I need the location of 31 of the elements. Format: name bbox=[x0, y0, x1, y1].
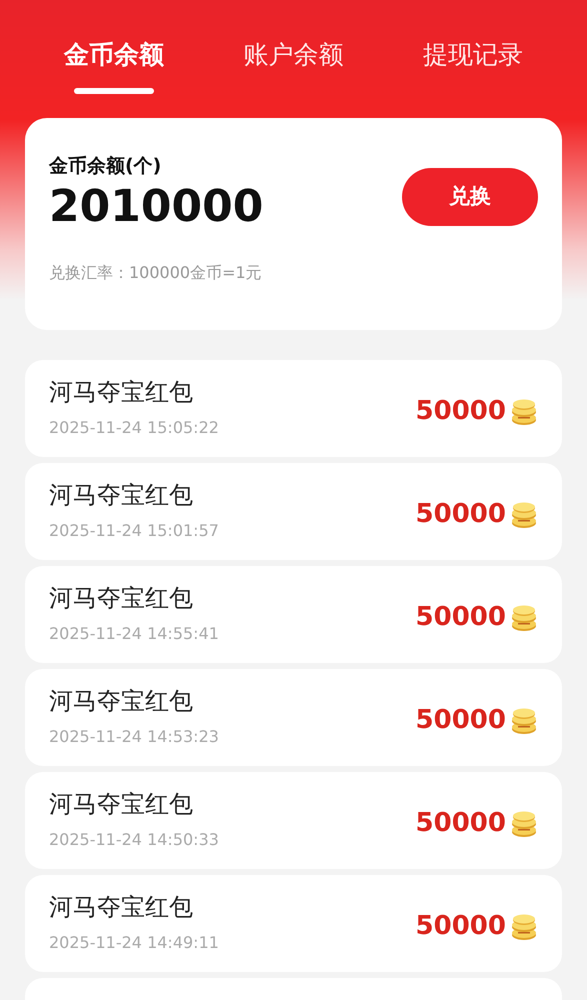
tab[interactable]: 账户余额 bbox=[243, 36, 344, 82]
balance-label: 金币余额(个) bbox=[49, 154, 162, 179]
record-amount: 50000 bbox=[416, 704, 506, 737]
record-amount: 50000 bbox=[416, 601, 506, 634]
record-title: 河马夺宝红包 bbox=[49, 789, 194, 820]
coin-stack-icon bbox=[510, 706, 538, 734]
coin-stack-icon bbox=[510, 810, 538, 838]
record-title: 河马夺宝红包 bbox=[49, 377, 194, 408]
record-time: 2025-11-24 15:01:57 bbox=[49, 520, 219, 542]
record-amount: 50000 bbox=[416, 498, 506, 531]
coin-stack-icon bbox=[510, 500, 538, 528]
record-title: 河马夺宝红包 bbox=[49, 686, 194, 717]
record-title: 河马夺宝红包 bbox=[49, 480, 194, 511]
record-time: 2025-11-24 14:50:33 bbox=[49, 829, 219, 851]
record-time: 2025-11-24 14:53:23 bbox=[49, 726, 219, 748]
exchange-rate: 兑换汇率：100000金币=1元 bbox=[49, 262, 263, 284]
record-time: 2025-11-24 14:55:41 bbox=[49, 623, 219, 645]
record-time: 2025-11-24 14:49:11 bbox=[49, 932, 219, 954]
coin-stack-icon bbox=[510, 604, 538, 632]
record-time: 2025-11-24 15:05:22 bbox=[49, 417, 219, 439]
coin-stack-icon bbox=[510, 398, 538, 426]
exchange-button[interactable]: 兑换 bbox=[402, 168, 538, 226]
tab[interactable]: 提现记录 bbox=[423, 36, 524, 82]
balance-value: 2010000 bbox=[49, 180, 264, 234]
record-amount: 50000 bbox=[416, 910, 506, 943]
record-amount: 50000 bbox=[416, 807, 506, 840]
record-amount: 50000 bbox=[416, 395, 506, 428]
tab[interactable]: 金币余额 bbox=[64, 36, 164, 82]
record-title: 河马夺宝红包 bbox=[49, 583, 194, 614]
record-title: 河马夺宝红包 bbox=[49, 892, 194, 923]
coin-stack-icon bbox=[510, 912, 538, 940]
